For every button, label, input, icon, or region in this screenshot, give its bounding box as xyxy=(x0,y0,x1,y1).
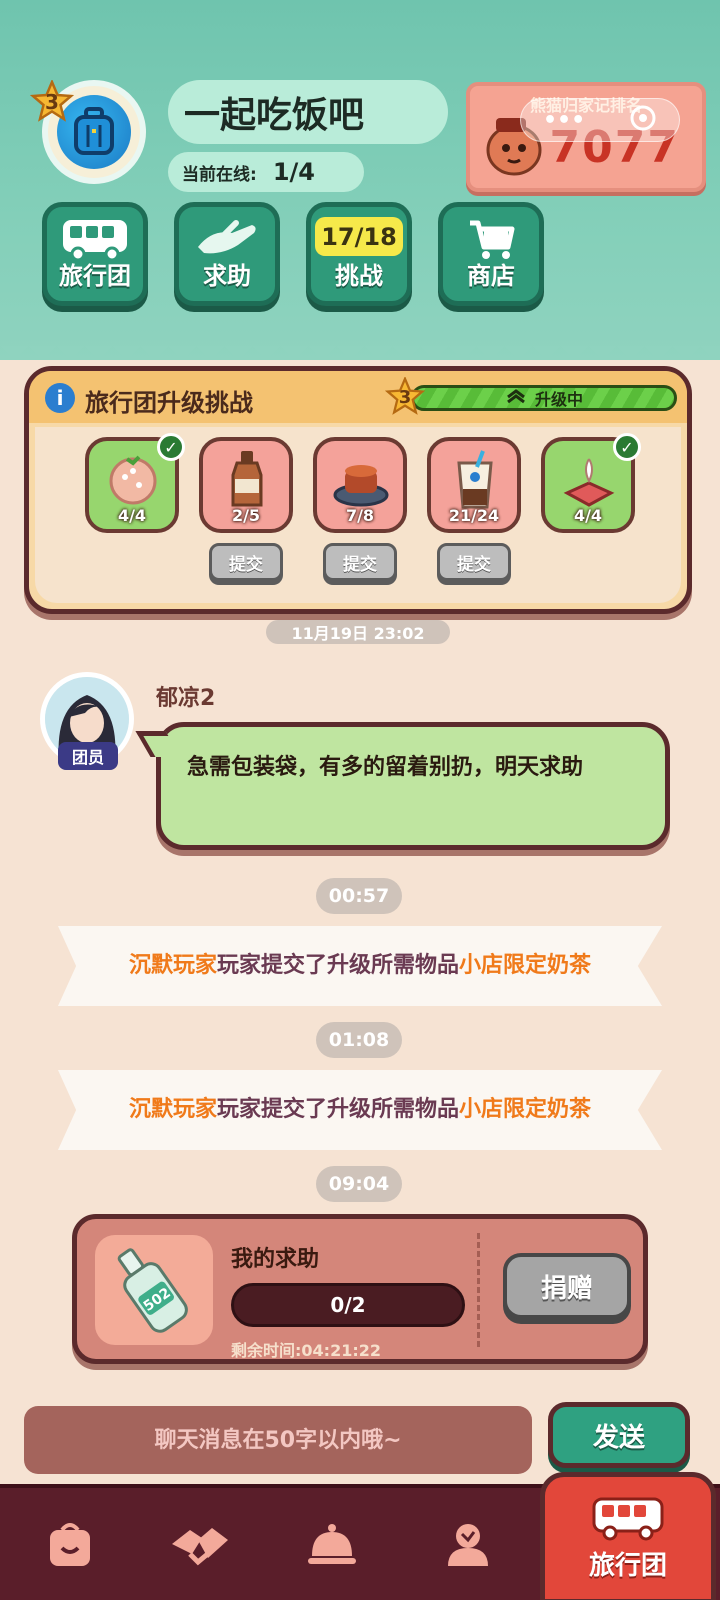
nav-shop-button[interactable]: 商店 xyxy=(438,202,544,306)
glue-bottle-icon: 502 xyxy=(117,1248,188,1333)
challenge-item-cake[interactable]: 4/4 ✓ xyxy=(541,433,641,533)
more-icon[interactable]: ••• xyxy=(543,108,585,133)
challenge-item-milk-tea[interactable]: 21/24 xyxy=(427,437,521,533)
item-count: 4/4 xyxy=(117,506,147,525)
challenge-item-braised-dish[interactable]: 7/8 xyxy=(313,437,407,533)
send-button[interactable]: 发送 xyxy=(548,1402,690,1468)
upgrade-progress-bar: 升级中 xyxy=(411,385,677,411)
sauce-bottle-icon xyxy=(231,451,263,507)
bus-icon xyxy=(57,215,133,263)
check-icon: ✓ xyxy=(613,433,641,461)
sender-name: 郁凉2 xyxy=(156,686,216,711)
help-progress: 0/2 xyxy=(231,1283,465,1327)
service-bell-icon xyxy=(308,1524,356,1564)
tab-bag[interactable] xyxy=(10,1488,130,1600)
help-title: 我的求助 xyxy=(231,1247,320,1272)
challenge-item-sauce-bottle[interactable]: 2/5 xyxy=(199,437,293,533)
double-chevron-up-icon xyxy=(505,388,527,408)
header: 3 一起吃饭吧 当前在线: 1/4 熊猫归家记排名 7077 ••• 旅行团 求… xyxy=(0,0,720,374)
submit-button[interactable]: 提交 xyxy=(323,543,397,581)
milk-tea-icon xyxy=(457,450,493,509)
notice-text: 玩家提交了升级所需物品 xyxy=(216,953,459,978)
notice-player: 沉默玩家 xyxy=(128,953,217,978)
challenge-level: 3 xyxy=(398,386,412,408)
notice-player: 沉默玩家 xyxy=(128,1097,217,1122)
braised-dish-icon xyxy=(333,465,389,507)
my-help-request-card: 502 我的求助 0/2 剩余时间:04:21:22 捐赠 xyxy=(72,1214,648,1364)
challenge-header: i 旅行团升级挑战 升级中 3 xyxy=(29,371,687,423)
glue-bottle-item: 502 xyxy=(95,1235,213,1345)
online-count: 当前在线: 1/4 xyxy=(168,152,364,192)
online-value: 1/4 xyxy=(272,158,315,186)
info-icon[interactable]: i xyxy=(45,383,75,413)
close-target-icon[interactable] xyxy=(629,104,657,136)
upgrade-status: 升级中 xyxy=(534,390,583,409)
check-icon: ✓ xyxy=(157,433,185,461)
team-level: 3 xyxy=(45,90,59,114)
nav-tour-group-button[interactable]: 旅行团 xyxy=(42,202,148,306)
item-count: 7/8 xyxy=(345,506,375,525)
bottom-nav: 旅行团 xyxy=(0,1472,720,1600)
help-remaining-time: 剩余时间:04:21:22 xyxy=(231,1341,381,1360)
handshake-icon xyxy=(172,1528,228,1566)
bag-icon xyxy=(50,1523,90,1566)
system-notice: 沉默玩家玩家提交了升级所需物品小店限定奶茶 xyxy=(58,926,662,1006)
team-name: 一起吃饭吧 xyxy=(168,80,448,144)
tab-profile[interactable] xyxy=(408,1488,528,1600)
challenge-title: 旅行团升级挑战 xyxy=(85,389,253,417)
upgrade-challenge-panel: i 旅行团升级挑战 升级中 3 4/4 ✓ 2/5 提交 7/8 提交 21/2… xyxy=(24,366,692,614)
helping-hand-icon xyxy=(189,215,265,263)
item-count: 2/5 xyxy=(231,506,261,525)
chat-input[interactable] xyxy=(24,1406,532,1474)
submit-button[interactable]: 提交 xyxy=(437,543,511,581)
challenge-items: 4/4 ✓ 2/5 提交 7/8 提交 21/24 提交 4/4 ✓ xyxy=(35,427,681,603)
donate-button[interactable]: 捐赠 xyxy=(503,1253,631,1319)
tab-restaurant[interactable] xyxy=(272,1488,392,1600)
profile-icon xyxy=(448,1524,488,1566)
mini-program-capsule[interactable]: ••• xyxy=(520,98,680,142)
notice-item: 小店限定奶茶 xyxy=(459,1097,592,1122)
tab-tour-group[interactable]: 旅行团 xyxy=(540,1472,716,1600)
item-count: 21/24 xyxy=(448,506,500,525)
nav-challenge-label: 挑战 xyxy=(335,262,383,290)
member-role-tag: 团员 xyxy=(58,742,118,770)
submit-button[interactable]: 提交 xyxy=(209,543,283,581)
challenge-count-badge: 17/18 xyxy=(315,217,403,256)
rice-ball-icon xyxy=(109,455,157,505)
team-level-star-icon: 3 xyxy=(29,78,75,124)
cart-icon xyxy=(453,215,529,263)
timestamp: 00:57 xyxy=(316,878,402,914)
help-progress-value: 0/2 xyxy=(330,1293,366,1317)
timestamp: 01:08 xyxy=(316,1022,402,1058)
item-count: 4/4 xyxy=(573,506,603,525)
tab-social[interactable] xyxy=(140,1488,260,1600)
online-label: 当前在线: xyxy=(182,164,257,185)
notice-item: 小店限定奶茶 xyxy=(459,953,592,978)
timestamp-partial: 11月19日 23:02 xyxy=(266,620,450,644)
timestamp: 09:04 xyxy=(316,1166,402,1202)
nav-challenge-button[interactable]: 17/18 挑战 xyxy=(306,202,412,306)
system-notice: 沉默玩家玩家提交了升级所需物品小店限定奶茶 xyxy=(58,1070,662,1150)
notice-text: 玩家提交了升级所需物品 xyxy=(216,1097,459,1122)
nav-help-button[interactable]: 求助 xyxy=(174,202,280,306)
chat-message-bubble: 急需包装袋，有多的留着别扔，明天求助 xyxy=(135,722,670,850)
challenge-item-rice-ball[interactable]: 4/4 ✓ xyxy=(85,433,185,533)
challenge-level-star-icon: 3 xyxy=(384,375,426,417)
tab-tour-group-label: 旅行团 xyxy=(588,1550,667,1581)
cake-icon xyxy=(563,458,615,507)
chat-message-text: 急需包装袋，有多的留着别扔，明天求助 xyxy=(187,755,584,780)
bus-icon xyxy=(592,1497,664,1540)
